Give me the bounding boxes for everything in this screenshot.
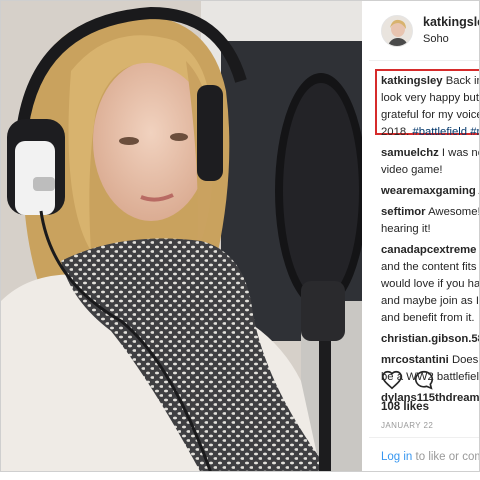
caption-line-1: katkingsley Back in the — [381, 73, 479, 90]
comment-text: Awesome! I — [428, 206, 480, 218]
caption-hashtags[interactable]: #battlefield #n — [412, 126, 479, 138]
comment-username[interactable]: mrcostantini — [381, 354, 449, 366]
list-item: seftimor Awesome! I hearing it! — [381, 204, 480, 238]
comment-text: and benefit from it. — [381, 312, 475, 324]
comment-username[interactable]: wearemaxgaming — [381, 185, 476, 197]
comment-text: Does th — [451, 354, 479, 366]
comment-text: video game! — [381, 164, 443, 176]
comment-text: hearing it! — [381, 223, 431, 235]
speech-bubble-icon[interactable] — [413, 369, 437, 393]
post-side-panel: katkingsley Soho katkingsley Back in the… — [369, 1, 480, 471]
comments-list: katkingsley Back in the look very happy … — [381, 73, 480, 411]
comment-username[interactable]: samuelchz — [381, 147, 439, 159]
comment-username[interactable]: canadapcextreme — [381, 244, 476, 256]
like-count[interactable]: 108 likes — [381, 401, 429, 413]
post-header: katkingsley Soho — [369, 1, 479, 61]
caption-line-3: grateful for my voice — [381, 109, 480, 121]
list-item: samuelchz I was nev video game! — [381, 145, 479, 179]
avatar[interactable] — [381, 15, 413, 47]
caption-line-2: look very happy but — [381, 92, 479, 104]
comment-username[interactable]: christian.gibson.585 — [381, 333, 479, 345]
instagram-post: katkingsley Soho katkingsley Back in the… — [0, 0, 480, 472]
list-item: christian.gibson.585 — [381, 331, 479, 348]
list-item: canadapcextreme Th and the content fits … — [381, 242, 480, 327]
post-location[interactable]: Soho — [423, 33, 449, 45]
comment-username[interactable]: seftimor — [381, 206, 426, 218]
caption-line-4: 2018. #battlefield #n — [381, 124, 479, 141]
post-date: JANUARY 22 — [381, 421, 434, 430]
post-photo[interactable] — [1, 1, 362, 471]
caption-username[interactable]: katkingsley — [381, 75, 443, 87]
post-actions — [369, 369, 479, 397]
heart-icon[interactable] — [381, 369, 405, 393]
comment-text: I was nev — [441, 147, 479, 159]
avatar-image — [382, 16, 412, 46]
studio-portrait-image — [1, 1, 362, 471]
post-username[interactable]: katkingsley — [423, 15, 479, 29]
comment-text: and the content fits — [381, 261, 477, 273]
caption: katkingsley Back in the look very happy … — [381, 73, 480, 141]
divider — [369, 437, 479, 438]
login-text: to like or com — [412, 451, 480, 463]
caption-text-4: 2018. — [381, 126, 413, 138]
login-link[interactable]: Log in — [381, 451, 412, 463]
caption-text-1: Back in the — [445, 75, 479, 87]
comment-text: would love if you hav — [381, 278, 480, 290]
list-item: wearemaxgaming A — [381, 183, 479, 200]
comment-text: and maybe join as I a — [381, 295, 480, 307]
login-prompt: Log in to like or com — [381, 451, 480, 463]
